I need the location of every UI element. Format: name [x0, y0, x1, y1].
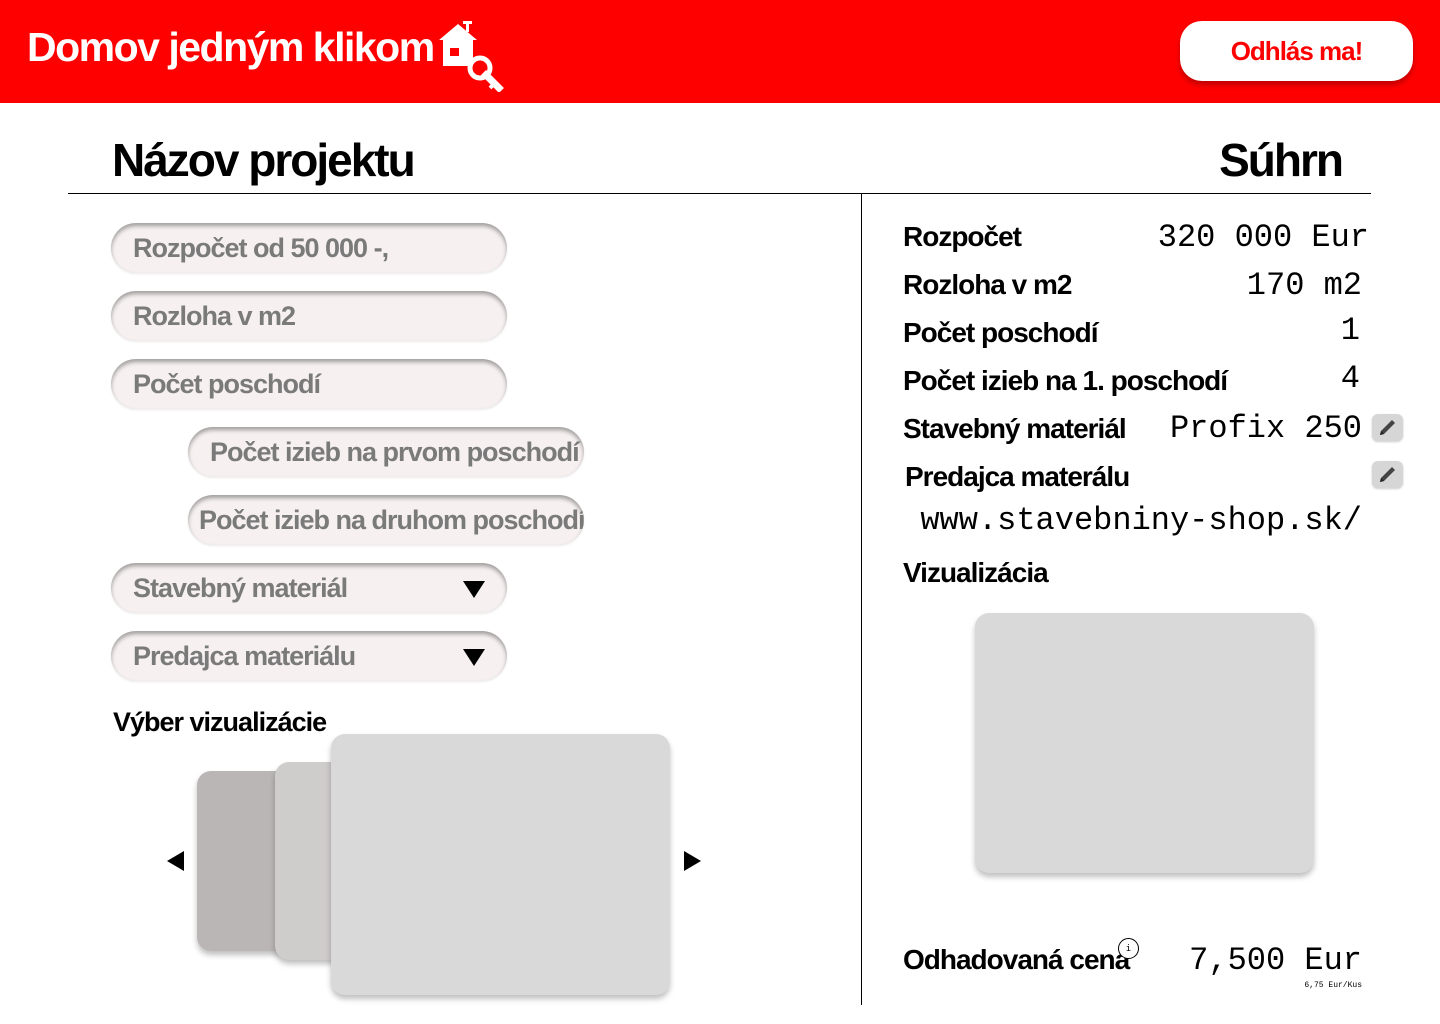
summary-budget-value: 320 000 Eur [1157, 219, 1369, 256]
budget-input[interactable]: Rozpočet od 50 000 -, [111, 223, 507, 273]
floors-input[interactable]: Počet poschodí [111, 359, 507, 409]
visualization-card-front[interactable] [331, 734, 670, 995]
summary-area-label: Rozloha v m2 [903, 269, 1072, 300]
material-placeholder: Stavebný materiál [133, 572, 348, 603]
summary-rooms-value: 4 [1340, 360, 1360, 397]
summary-budget-label: Rozpočet [903, 221, 1022, 252]
info-icon[interactable]: i [1118, 938, 1139, 959]
seller-placeholder: Predajca materiálu [133, 640, 356, 671]
carousel-prev-icon[interactable] [167, 851, 184, 871]
rooms-second-floor-input[interactable]: Počet izieb na druhom poschodí [188, 495, 584, 545]
budget-placeholder: Rozpočet od 50 000 -, [133, 232, 389, 263]
edit-material-button[interactable] [1372, 414, 1403, 441]
summary-title: Súhrn [1219, 134, 1344, 186]
edit-seller-button[interactable] [1372, 461, 1403, 488]
summary-seller-link[interactable]: www.stavebniny-shop.sk/ [920, 502, 1362, 539]
summary-material-value: Profix 250 [1169, 410, 1362, 447]
unit-price: 6,75 Eur/Kus [1304, 981, 1362, 990]
brand-title[interactable]: Domov jedným klikom [27, 24, 435, 71]
seller-select[interactable]: Predajca materiálu [111, 631, 507, 681]
house-key-icon [439, 21, 504, 92]
summary-material-label: Stavebný materiál [903, 413, 1127, 444]
header-divider [68, 193, 1371, 194]
project-name-title[interactable]: Názov projektu [112, 133, 416, 187]
estimated-price-label: Odhadovaná cena [903, 944, 1130, 975]
rooms-first-floor-placeholder: Počet izieb na prvom poschodí [210, 436, 580, 467]
summary-floors-label: Počet poschodí [903, 317, 1098, 348]
estimated-price-value: 7,500 Eur [1189, 942, 1362, 979]
logout-button[interactable]: Odhlás ma! [1180, 21, 1413, 81]
top-bar: Domov jedným klikom Odhlás ma! [0, 0, 1440, 103]
rooms-first-floor-input[interactable]: Počet izieb na prvom poschodí [188, 427, 584, 477]
carousel-next-icon[interactable] [684, 851, 701, 871]
summary-floors-value: 1 [1340, 312, 1360, 349]
summary-visualization-label: Vizualizácia [903, 557, 1049, 588]
material-select[interactable]: Stavebný materiál [111, 563, 507, 613]
floors-placeholder: Počet poschodí [133, 368, 321, 399]
summary-area-value: 170 m2 [1246, 267, 1362, 304]
visualization-picker-label: Výber vizualizácie [113, 707, 327, 737]
pencil-icon [1380, 420, 1395, 435]
area-input[interactable]: Rozloha v m2 [111, 291, 507, 341]
visualization-preview [975, 613, 1314, 873]
area-placeholder: Rozloha v m2 [133, 300, 296, 331]
rooms-second-floor-placeholder: Počet izieb na druhom poschodí [199, 504, 584, 535]
chevron-down-icon [463, 581, 485, 598]
column-divider [861, 194, 862, 1005]
summary-seller-label: Predajca materálu [905, 461, 1130, 492]
summary-rooms-label: Počet izieb na 1. poschodí [903, 365, 1228, 396]
pencil-icon [1380, 467, 1395, 482]
chevron-down-icon [463, 649, 485, 666]
